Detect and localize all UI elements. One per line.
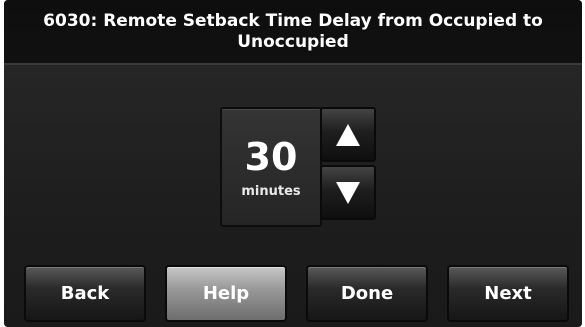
next-button[interactable]: Next (447, 265, 569, 322)
help-button[interactable]: Help (165, 265, 287, 322)
setting-value: 30 (244, 135, 298, 179)
settings-panel: 30 minutes Back Help Done Next (4, 65, 582, 327)
header-bar: 6030: Remote Setback Time Delay from Occ… (4, 0, 582, 65)
back-button[interactable]: Back (24, 265, 146, 322)
page-title: 6030: Remote Setback Time Delay from Occ… (43, 10, 543, 52)
down-arrow-icon (336, 181, 360, 204)
up-arrow-icon (336, 123, 360, 146)
done-button[interactable]: Done (306, 265, 428, 322)
value-display: 30 minutes (220, 107, 322, 227)
setting-unit: minutes (241, 184, 301, 199)
decrease-button[interactable] (320, 165, 376, 220)
increase-button[interactable] (320, 107, 376, 162)
thermostat-screen: 6030: Remote Setback Time Delay from Occ… (4, 0, 582, 327)
